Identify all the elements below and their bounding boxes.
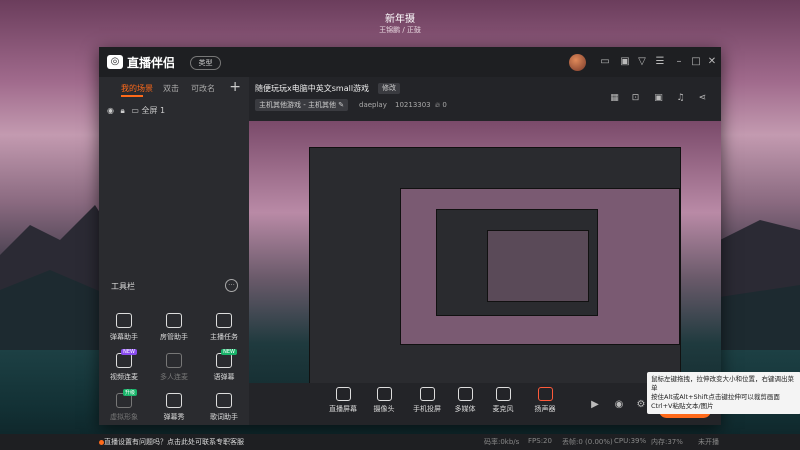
upgrade-badge: 升级: [122, 389, 137, 396]
voice-danmu-icon: [216, 353, 232, 368]
tv-icon: [166, 393, 182, 408]
edit-title-button[interactable]: 修改: [378, 83, 400, 94]
lock-icon[interactable]: 🔒︎: [121, 106, 125, 115]
desktop-title: 新年摄: [385, 14, 415, 25]
recursive-preview-2: [400, 188, 680, 345]
tool-avatar[interactable]: 升级 虚拟形象: [101, 389, 147, 422]
app-logo-icon: ◎: [107, 55, 123, 69]
room-id: 10213303: [395, 101, 431, 109]
tool-multi-link[interactable]: 多人连麦: [151, 353, 197, 382]
type-button[interactable]: 类型: [190, 56, 221, 70]
camera-icon: [376, 387, 392, 401]
screen-capture-button[interactable]: 直播屏幕: [321, 387, 365, 414]
tooltip-line-2: 按住Alt或Alt+Shift点击键拉伸可以裁剪画面: [651, 393, 780, 401]
monitor-icon: ▭: [131, 106, 139, 115]
record-icon[interactable]: ▦: [609, 93, 620, 104]
record-icon[interactable]: ▶: [589, 399, 601, 411]
video-link-icon: [116, 353, 132, 368]
speaker-button[interactable]: 扬声器: [523, 387, 567, 414]
tool-danmu-show[interactable]: 弹幕秀: [151, 393, 197, 422]
tab-rename[interactable]: 可改名: [191, 83, 215, 94]
tooltip-line-3: Ctrl+V粘贴文本/图片: [651, 402, 714, 410]
new-badge: NEW: [221, 349, 237, 355]
recursive-preview-1: [309, 147, 681, 383]
live-state: 未开播: [698, 438, 719, 446]
skin-icon[interactable]: ▣: [619, 56, 631, 68]
cpu: CPU:39%: [614, 437, 647, 445]
media-icon: [457, 387, 473, 401]
room-user: daeplay: [359, 101, 387, 109]
fps: FPS:20: [528, 437, 552, 445]
recursive-preview-4: [487, 230, 589, 302]
settings-icon[interactable]: ⚙: [635, 399, 647, 411]
screenshot-icon[interactable]: ▣: [653, 93, 664, 104]
add-scene-icon[interactable]: +: [229, 79, 241, 95]
unlock-icon[interactable]: ⊡: [630, 93, 641, 104]
screen-icon: [335, 387, 351, 401]
tool-room-admin[interactable]: 房管助手: [151, 313, 197, 342]
tab-double-click[interactable]: 双击: [163, 83, 179, 94]
avatar[interactable]: [569, 54, 586, 71]
maximize-icon[interactable]: □: [690, 56, 702, 68]
desktop-subtitle: 王锦鹏 / 正鼓: [379, 26, 421, 34]
scene-tabs: 我的场景 双击 可改名 +: [99, 77, 249, 99]
minimize-icon[interactable]: –: [673, 56, 685, 68]
visibility-icon[interactable]: ◉: [613, 399, 625, 411]
tooltip-line-1: 鼠标左键拖拽，拉伸改变大小和位置，右键调出菜单: [651, 375, 794, 392]
left-panel: 我的场景 双击 可改名 + ◉ 🔒︎ ▭ 全屏 1 工具栏 ··· 弹幕助手 房…: [99, 77, 249, 425]
task-icon: [216, 313, 232, 328]
memory: 内存:37%: [651, 438, 683, 446]
tool-video-link[interactable]: NEW 视频连麦: [101, 349, 147, 382]
tool-streamer-task[interactable]: 主播任务: [201, 313, 247, 342]
admin-icon: [166, 313, 182, 328]
phone-icon: [419, 387, 435, 401]
support-link[interactable]: 直播设置有问题吗？点击此处可联系专职客服: [104, 437, 244, 447]
tab-my-scenes[interactable]: 我的场景: [121, 83, 153, 94]
danmu-icon: [116, 313, 132, 328]
dropped-frames: 丢帧:0 (0.00%): [562, 438, 613, 446]
microphone-button[interactable]: 麦克风: [481, 387, 525, 414]
bell-icon[interactable]: ♫: [675, 93, 686, 104]
app-brand: 直播伴侣: [127, 56, 176, 70]
camera-button[interactable]: 摄像头: [362, 387, 406, 414]
room-title: 随便玩玩x电脑中英文small游戏: [255, 84, 370, 93]
multi-link-icon: [166, 353, 182, 368]
active-tab-underline: [121, 95, 143, 97]
share-icon[interactable]: ⋖: [697, 93, 708, 104]
tool-voice-danmu[interactable]: NEW 语弹幕: [201, 349, 247, 382]
microphone-icon: [495, 387, 511, 401]
status-bar: 直播设置有问题吗？点击此处可联系专职客服 码率:0kb/s FPS:20 丢帧:…: [0, 434, 800, 450]
tools-header: 工具栏: [111, 282, 135, 291]
lyrics-icon: [216, 393, 232, 408]
new-badge: NEW: [121, 349, 137, 355]
more-tools-icon[interactable]: ···: [225, 279, 238, 292]
tool-lyrics[interactable]: 歌词助手: [201, 393, 247, 422]
title-bar: ◎ 直播伴侣 类型 ▭ ▣ ▽ ☰ – □ ✕: [99, 47, 721, 77]
recursive-preview-3: [436, 209, 598, 316]
eye-icon[interactable]: ◉: [107, 106, 114, 115]
bitrate: 码率:0kb/s: [484, 438, 520, 446]
fire-icon: 🔥︎: [435, 101, 441, 109]
message-icon[interactable]: ▭: [599, 56, 611, 68]
filter-icon[interactable]: ▽: [636, 56, 648, 68]
close-icon[interactable]: ✕: [706, 56, 718, 68]
scene-label: 全屏 1: [141, 106, 166, 115]
room-category[interactable]: 主机其他游戏 - 主机其他 ✎: [255, 99, 349, 111]
canvas-tooltip: 鼠标左键拖拽，拉伸改变大小和位置，右键调出菜单 按住Alt或Alt+Shift点…: [647, 372, 800, 414]
scene-item[interactable]: ◉ 🔒︎ ▭ 全屏 1: [107, 105, 165, 116]
app-window: ◎ 直播伴侣 类型 ▭ ▣ ▽ ☰ – □ ✕ 我的场景 双击 可改名 + ◉ …: [99, 47, 721, 425]
stream-preview[interactable]: [249, 121, 721, 383]
tool-danmu-assistant[interactable]: 弹幕助手: [101, 313, 147, 342]
speaker-icon: [537, 387, 553, 401]
room-heat: 🔥︎ 0: [435, 101, 447, 109]
menu-icon[interactable]: ☰: [654, 56, 666, 68]
